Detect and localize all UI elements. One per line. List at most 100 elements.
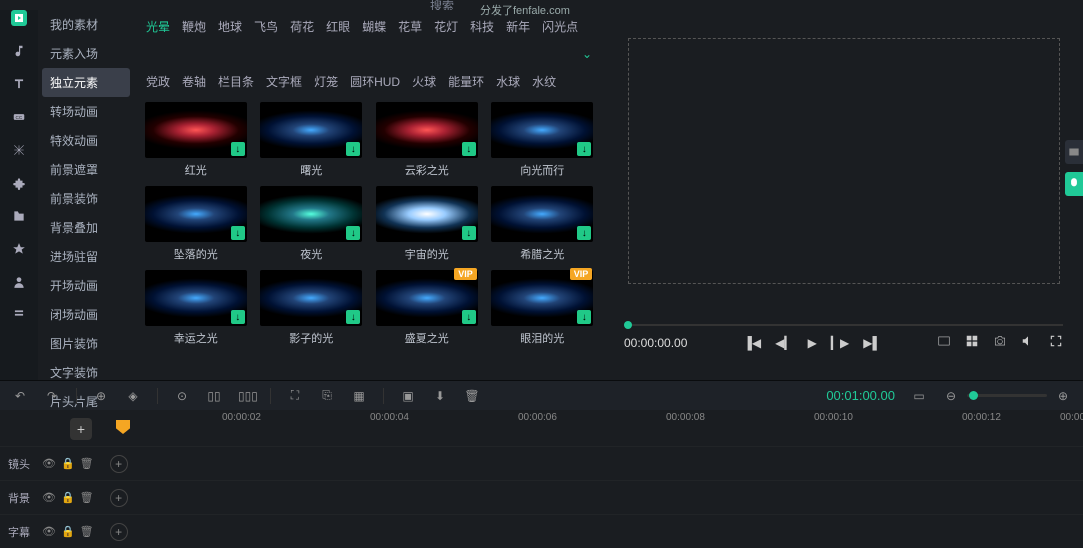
- visibility-icon[interactable]: 👁: [42, 491, 56, 504]
- thumbnail-image[interactable]: ↓: [376, 102, 478, 158]
- tab[interactable]: 闪光点: [542, 18, 578, 35]
- tab[interactable]: 水球: [496, 73, 520, 90]
- thumbnail-card[interactable]: ↓希腊之光: [489, 186, 597, 262]
- download-icon[interactable]: ↓: [231, 226, 245, 240]
- lock-icon[interactable]: 🔒: [61, 491, 75, 504]
- tab[interactable]: 花灯: [434, 18, 458, 35]
- download-icon[interactable]: ↓: [231, 310, 245, 324]
- chevron-down-icon[interactable]: ⌄: [582, 47, 592, 61]
- sidebar-item[interactable]: 文字装饰: [42, 358, 130, 387]
- split-icon[interactable]: ▯▯: [206, 389, 222, 403]
- prev-frame-icon[interactable]: ◀▎: [775, 336, 793, 350]
- thumbnail-image[interactable]: ↓VIP: [376, 270, 478, 326]
- progress-handle[interactable]: [624, 321, 632, 329]
- tab[interactable]: 鞭炮: [182, 18, 206, 35]
- tab[interactable]: 文字框: [266, 73, 302, 90]
- playhead-icon[interactable]: [116, 420, 130, 434]
- thumbnail-card[interactable]: ↓影子的光: [258, 270, 366, 346]
- download-icon[interactable]: ↓: [462, 226, 476, 240]
- thumbnail-card[interactable]: ↓VIP眼泪的光: [489, 270, 597, 346]
- thumbnail-image[interactable]: ↓: [145, 102, 247, 158]
- timeline-ruler[interactable]: 00:00:02 00:00:04 00:00:06 00:00:08 00:0…: [0, 410, 1083, 426]
- text-icon[interactable]: [11, 76, 27, 92]
- download-icon[interactable]: ↓: [577, 310, 591, 324]
- thumbnail-card[interactable]: ↓宇宙的光: [373, 186, 481, 262]
- thumbnail-image[interactable]: ↓VIP: [491, 270, 593, 326]
- preview-canvas[interactable]: [628, 38, 1060, 284]
- person-icon[interactable]: [11, 274, 27, 290]
- media-icon[interactable]: [11, 10, 27, 26]
- thumbnail-card[interactable]: ↓曙光: [258, 102, 366, 178]
- zoom-out-icon[interactable]: ⊖: [943, 389, 959, 403]
- more-icon[interactable]: [11, 307, 27, 323]
- export-icon[interactable]: ⬇: [432, 389, 448, 403]
- thumbnail-image[interactable]: ↓: [260, 186, 362, 242]
- download-icon[interactable]: ↓: [577, 226, 591, 240]
- skip-end-icon[interactable]: ▶▌: [863, 336, 881, 350]
- lock-icon[interactable]: 🔒: [61, 525, 75, 538]
- texture-icon[interactable]: [11, 142, 27, 158]
- tab[interactable]: 能量环: [448, 73, 484, 90]
- redo-icon[interactable]: ↷: [44, 389, 60, 403]
- sidebar-item[interactable]: 闭场动画: [42, 300, 130, 329]
- tab[interactable]: 荷花: [290, 18, 314, 35]
- sidebar-item[interactable]: 进场驻留: [42, 242, 130, 271]
- zoom-handle[interactable]: [969, 391, 978, 400]
- music-icon[interactable]: [11, 43, 27, 59]
- tab[interactable]: 科技: [470, 18, 494, 35]
- zoom-in-icon[interactable]: ⊕: [1055, 389, 1071, 403]
- tab[interactable]: 水纹: [532, 73, 556, 90]
- tab[interactable]: 圆环HUD: [350, 73, 400, 90]
- add-clip-button[interactable]: +: [110, 489, 128, 507]
- thumbnail-card[interactable]: ↓向光而行: [489, 102, 597, 178]
- tab[interactable]: 蝴蝶: [362, 18, 386, 35]
- visibility-icon[interactable]: 👁: [42, 457, 56, 470]
- delete-track-icon[interactable]: 🗑: [80, 525, 94, 538]
- sidebar-item[interactable]: 我的素材: [42, 10, 130, 39]
- download-icon[interactable]: ↓: [577, 142, 591, 156]
- thumbnail-card[interactable]: ↓坠落的光: [142, 186, 250, 262]
- marker-icon[interactable]: ◈: [125, 389, 141, 403]
- delete-track-icon[interactable]: 🗑: [80, 491, 94, 504]
- sidebar-item[interactable]: 转场动画: [42, 97, 130, 126]
- download-icon[interactable]: ↓: [346, 226, 360, 240]
- next-frame-icon[interactable]: ▎▶: [831, 336, 849, 350]
- volume-icon[interactable]: [1021, 334, 1035, 351]
- tab[interactable]: 党政: [146, 73, 170, 90]
- thumbnail-card[interactable]: ↓红光: [142, 102, 250, 178]
- delete-track-icon[interactable]: 🗑: [80, 457, 94, 470]
- sidebar-item[interactable]: 前景遮罩: [42, 155, 130, 184]
- star-icon[interactable]: [11, 241, 27, 257]
- download-icon[interactable]: ↓: [346, 142, 360, 156]
- split-target-icon[interactable]: ⊙: [174, 389, 190, 403]
- download-icon[interactable]: ↓: [462, 142, 476, 156]
- grid-icon[interactable]: [965, 334, 979, 351]
- sidebar-item[interactable]: 背景叠加: [42, 213, 130, 242]
- crop-icon[interactable]: ⛶: [287, 388, 303, 403]
- download-icon[interactable]: ↓: [231, 142, 245, 156]
- split-all-icon[interactable]: ▯▯▯: [238, 389, 254, 403]
- thumbnail-image[interactable]: ↓: [145, 186, 247, 242]
- tab[interactable]: 花草: [398, 18, 422, 35]
- thumbnail-image[interactable]: ↓: [145, 270, 247, 326]
- add-icon[interactable]: ⊕: [93, 389, 109, 403]
- delete-icon[interactable]: 🗑: [464, 389, 480, 403]
- right-tab-2[interactable]: [1065, 172, 1083, 196]
- play-icon[interactable]: ▶: [808, 336, 817, 350]
- paste-icon[interactable]: ▦: [351, 389, 367, 403]
- add-clip-button[interactable]: +: [110, 523, 128, 541]
- image-icon[interactable]: ▣: [400, 389, 416, 403]
- thumbnail-image[interactable]: ↓: [260, 102, 362, 158]
- tab[interactable]: 火球: [412, 73, 436, 90]
- thumbnail-image[interactable]: ↓: [376, 186, 478, 242]
- tab[interactable]: 灯笼: [314, 73, 338, 90]
- zoom-slider[interactable]: [967, 394, 1047, 397]
- tab[interactable]: 地球: [218, 18, 242, 35]
- thumbnail-card[interactable]: ↓幸运之光: [142, 270, 250, 346]
- tab[interactable]: 飞鸟: [254, 18, 278, 35]
- tab[interactable]: 栏目条: [218, 73, 254, 90]
- lock-icon[interactable]: 🔒: [61, 457, 75, 470]
- visibility-icon[interactable]: 👁: [42, 525, 56, 538]
- right-tab-1[interactable]: [1065, 140, 1083, 164]
- camera-icon[interactable]: [993, 334, 1007, 351]
